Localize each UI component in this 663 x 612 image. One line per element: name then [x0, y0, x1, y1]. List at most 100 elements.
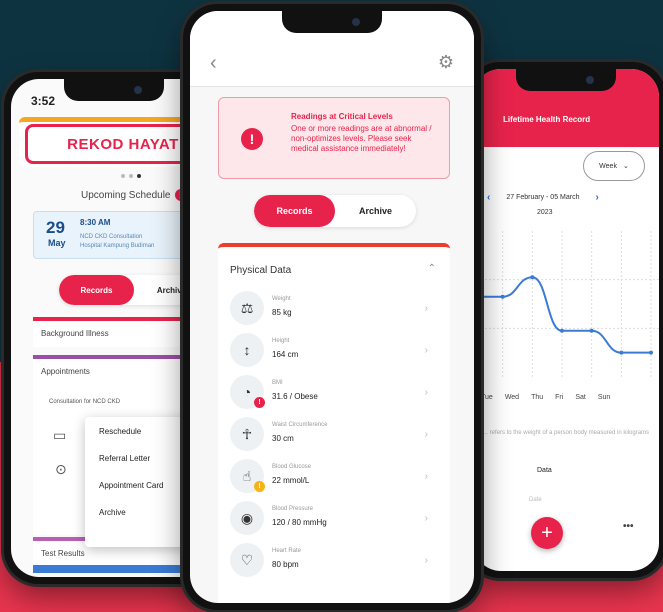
- chevron-right-icon: ›: [424, 387, 428, 398]
- gear-icon[interactable]: ⚙: [438, 53, 454, 71]
- location-icon: ⊙: [55, 461, 67, 477]
- data-point[interactable]: [649, 350, 653, 355]
- chevron-left-icon[interactable]: ‹: [487, 192, 490, 203]
- heart-rate-icon: ♡: [230, 543, 264, 577]
- section-title: Physical Data: [230, 265, 292, 276]
- record-title: Lifetime Health Record: [503, 115, 591, 124]
- records-archive-toggle: Records Archive: [254, 195, 416, 227]
- carousel-dot-active[interactable]: [137, 174, 141, 178]
- row-value: 120 / 80 mmHg: [272, 518, 327, 527]
- data-point[interactable]: [589, 328, 594, 333]
- carousel-dot[interactable]: [121, 174, 125, 178]
- center-screen: ‹ ⚙ ! Readings at Critical Levels One or…: [190, 11, 474, 603]
- tab-data[interactable]: Data: [537, 467, 552, 474]
- upcoming-schedule: Upcoming Schedule !: [81, 189, 187, 201]
- section-appointments-label: Appointments: [41, 367, 90, 376]
- warning-icon: !: [241, 128, 263, 150]
- x-label: Sat: [575, 394, 586, 401]
- row-value: 80 bpm: [272, 560, 299, 569]
- row-value: 85 kg: [272, 308, 292, 317]
- physical-data-row[interactable]: ♡ Heart Rate 80 bpm ›: [230, 543, 438, 579]
- x-label: Thu: [531, 394, 544, 401]
- physical-data-row[interactable]: ◔! BMI 31.6 / Obese ›: [230, 375, 438, 411]
- notch: [516, 69, 616, 91]
- weight-chart: [473, 231, 659, 377]
- notch: [64, 79, 164, 101]
- schedule-time: 8:30 AM: [80, 218, 111, 227]
- chevron-right-icon: ›: [424, 429, 428, 440]
- data-point[interactable]: [530, 275, 535, 280]
- schedule-month: May: [48, 238, 66, 248]
- consultation-label: Consultation for NCD CKD: [49, 399, 121, 405]
- row-label: Blood Pressure: [272, 506, 314, 512]
- plus-icon: +: [541, 521, 553, 544]
- row-label: BMI: [272, 380, 283, 386]
- chevron-right-icon: ›: [424, 345, 428, 356]
- blood-pressure-icon: ◉: [230, 501, 264, 535]
- chevron-right-icon[interactable]: ›: [596, 192, 599, 203]
- alert-message: One or more readings are at abnormal / n…: [291, 124, 432, 153]
- carousel-dots[interactable]: [121, 174, 141, 178]
- chart-caption: ... refers to the weight of a person bod…: [482, 430, 650, 436]
- chevron-right-icon: ›: [424, 555, 428, 566]
- schedule-type: NCD CKD Consultation: [80, 234, 143, 240]
- row-label: Blood Glucose: [272, 464, 312, 470]
- warning-badge-icon: !: [254, 481, 265, 492]
- row-value: 30 cm: [272, 434, 294, 443]
- phone-center: ‹ ⚙ ! Readings at Critical Levels One or…: [183, 4, 481, 610]
- x-label: Tue: [481, 394, 493, 401]
- physical-data-row[interactable]: ◉ Blood Pressure 120 / 80 mmHg ›: [230, 501, 438, 537]
- x-label: Sun: [597, 394, 611, 401]
- status-time: 3:52: [31, 94, 56, 108]
- physical-data-row[interactable]: ↕ Height 164 cm ›: [230, 333, 438, 369]
- schedule-location: Hospital Kampung Budiman: [80, 243, 155, 249]
- x-label: Fri: [555, 394, 564, 401]
- tab-records[interactable]: Records: [254, 195, 335, 227]
- physical-data-row[interactable]: ☝! Blood Glucose 22 mmol/L ›: [230, 459, 438, 495]
- more-icon[interactable]: •••: [623, 521, 634, 532]
- notch: [282, 11, 382, 33]
- data-point[interactable]: [560, 328, 564, 333]
- alert-title: Readings at Critical Levels: [291, 112, 393, 121]
- right-screen: Lifetime Health Record Week ⌄ ‹ 27 Febru…: [473, 69, 659, 571]
- physical-data-row[interactable]: ⚖ Weight 85 kg ›: [230, 291, 438, 327]
- row-label: Heart Rate: [272, 548, 302, 554]
- chevron-right-icon: ›: [424, 513, 428, 524]
- date-range: ‹ 27 February - 05 March ›: [487, 192, 599, 203]
- body-icon: ☥: [230, 417, 264, 451]
- x-label: Wed: [504, 394, 520, 401]
- row-value: 164 cm: [272, 350, 299, 359]
- tab-records[interactable]: Records: [59, 275, 134, 305]
- column-date: Date: [529, 497, 542, 503]
- period-select[interactable]: Week ⌄: [583, 151, 645, 181]
- chevron-up-icon[interactable]: ⌃: [428, 263, 436, 274]
- data-point[interactable]: [500, 294, 505, 299]
- range-year: 2023: [537, 209, 553, 216]
- chevron-down-icon: ⌄: [622, 163, 629, 170]
- row-label: Height: [272, 338, 290, 344]
- chevron-right-icon: ›: [424, 471, 428, 482]
- phone-right: Lifetime Health Record Week ⌄ ‹ 27 Febru…: [466, 62, 663, 578]
- scale-icon: ⚖: [230, 291, 264, 325]
- height-icon: ↕: [230, 333, 264, 367]
- chevron-right-icon: ›: [424, 303, 428, 314]
- row-value: 22 mmol/L: [272, 476, 310, 485]
- carousel-dot[interactable]: [129, 174, 133, 178]
- critical-alert: ! Readings at Critical Levels One or mor…: [218, 97, 450, 179]
- schedule-day: 29: [46, 218, 65, 237]
- row-label: Waist Circumference: [272, 422, 328, 428]
- back-icon[interactable]: ‹: [210, 53, 217, 73]
- tab-archive[interactable]: Archive: [335, 195, 416, 227]
- physical-data-row[interactable]: ☥ Waist Circumference 30 cm ›: [230, 417, 438, 453]
- physical-data-card: Physical Data ⌃ ⚖ Weight 85 kg › ↕ Height 164 …: [218, 243, 450, 603]
- upcoming-label: Upcoming Schedule: [81, 189, 171, 201]
- period-value: Week: [599, 162, 617, 170]
- range-text: 27 February - 05 March: [506, 194, 580, 201]
- row-label: Weight: [272, 296, 291, 302]
- calendar-icon: ▭: [53, 427, 67, 443]
- warning-badge-icon: !: [254, 397, 265, 408]
- add-record-button[interactable]: +: [531, 517, 563, 549]
- row-value: 31.6 / Obese: [272, 392, 318, 401]
- chart-x-labels: Tue Wed Thu Fri Sat Sun: [481, 394, 610, 401]
- data-point[interactable]: [619, 350, 624, 355]
